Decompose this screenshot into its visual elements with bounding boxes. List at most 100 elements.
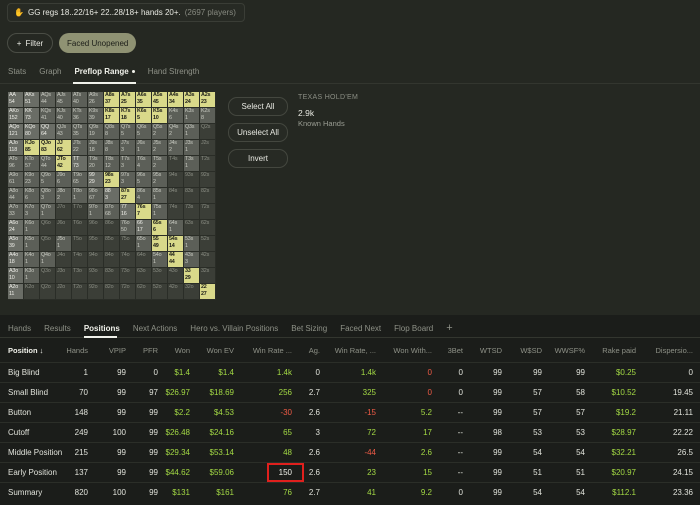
- range-cell[interactable]: J8o 2: [56, 188, 72, 204]
- range-cell[interactable]: T3o: [72, 268, 88, 284]
- table-row[interactable]: Button 148 99 99 $2.2 $4.53 -30 2.6 -15 5.2 -- 99 57…: [0, 402, 700, 422]
- range-cell[interactable]: 76o 50: [120, 220, 136, 236]
- range-cell[interactable]: ATs 40: [72, 92, 88, 108]
- range-cell[interactable]: K8o 6: [24, 188, 40, 204]
- range-cell[interactable]: 72s: [200, 204, 216, 220]
- range-cell[interactable]: Q9s 19: [88, 124, 104, 140]
- range-cell[interactable]: Q3s 1: [184, 124, 200, 140]
- column-header[interactable]: Win Rate ...: [253, 346, 292, 355]
- range-cell[interactable]: AJo 118: [8, 140, 24, 156]
- range-cell[interactable]: J5o 1: [56, 236, 72, 252]
- column-header[interactable]: Ag.: [309, 346, 320, 355]
- range-cell[interactable]: T4o: [72, 252, 88, 268]
- range-cell[interactable]: 43s 3: [184, 252, 200, 268]
- tab-faced-next[interactable]: Faced Next: [340, 324, 381, 333]
- tab-hand-strength[interactable]: Hand Strength: [148, 67, 200, 81]
- invert-button[interactable]: Invert: [228, 149, 288, 168]
- tab-preflop-range[interactable]: Preflop Range: [74, 67, 135, 81]
- table-row[interactable]: Summary 820 100 99 $131 $161 76 2.7 41 9.2 0 99 54 54…: [0, 482, 700, 502]
- range-cell[interactable]: T8s 12: [104, 156, 120, 172]
- range-cell[interactable]: KTs 36: [72, 108, 88, 124]
- range-cell[interactable]: T2s: [200, 156, 216, 172]
- range-cell[interactable]: KJo 85: [24, 140, 40, 156]
- range-cell[interactable]: A8s 37: [104, 92, 120, 108]
- range-cell[interactable]: 64o: [136, 252, 152, 268]
- range-cell[interactable]: 85o: [104, 236, 120, 252]
- range-cell[interactable]: Q6o: [40, 220, 56, 236]
- range-cell[interactable]: KQo 80: [24, 124, 40, 140]
- range-cell[interactable]: 75o: [120, 236, 136, 252]
- range-cell[interactable]: 87s 27: [120, 188, 136, 204]
- range-cell[interactable]: 93s: [184, 172, 200, 188]
- range-cell[interactable]: K3o 1: [24, 268, 40, 284]
- range-cell[interactable]: 65o 1: [136, 236, 152, 252]
- range-cell[interactable]: K8s 17: [104, 108, 120, 124]
- range-cell[interactable]: AQo 121: [8, 124, 24, 140]
- range-cell[interactable]: J6s 1: [136, 140, 152, 156]
- range-cell[interactable]: K5s 10: [152, 108, 168, 124]
- range-cell[interactable]: Q5s 2: [152, 124, 168, 140]
- range-cell[interactable]: Q6s 5: [136, 124, 152, 140]
- range-cell[interactable]: 96o: [88, 220, 104, 236]
- range-cell[interactable]: 42o: [168, 284, 184, 300]
- range-cell[interactable]: AA 54: [8, 92, 24, 108]
- range-cell[interactable]: T2o: [72, 284, 88, 300]
- range-cell[interactable]: AJs 45: [56, 92, 72, 108]
- column-header[interactable]: 3Bet: [448, 346, 463, 355]
- tab-hands[interactable]: Hands: [8, 324, 31, 333]
- range-cell[interactable]: QQ 64: [40, 124, 56, 140]
- range-cell[interactable]: A2s 23: [200, 92, 216, 108]
- range-cell[interactable]: 82o: [104, 284, 120, 300]
- range-cell[interactable]: Q7o 1: [40, 204, 56, 220]
- range-cell[interactable]: J9s 18: [88, 140, 104, 156]
- range-cell[interactable]: KQs 41: [40, 108, 56, 124]
- range-cell[interactable]: 83o: [104, 268, 120, 284]
- range-cell[interactable]: 62s: [200, 220, 216, 236]
- range-cell[interactable]: J4s 2: [168, 140, 184, 156]
- range-cell[interactable]: AKs 51: [24, 92, 40, 108]
- column-header[interactable]: Position ↓: [8, 346, 43, 355]
- tab-positions[interactable]: Positions: [84, 324, 120, 333]
- range-cell[interactable]: T7o: [72, 204, 88, 220]
- range-cell[interactable]: A8o 44: [8, 188, 24, 204]
- range-cell[interactable]: 77 16: [120, 204, 136, 220]
- range-cell[interactable]: A5s 45: [152, 92, 168, 108]
- range-cell[interactable]: 92s: [200, 172, 216, 188]
- range-cell[interactable]: QTs 35: [72, 124, 88, 140]
- range-cell[interactable]: 85s 1: [152, 188, 168, 204]
- column-header[interactable]: Won: [175, 346, 190, 355]
- range-cell[interactable]: 95o: [88, 236, 104, 252]
- range-cell[interactable]: 75s 1: [152, 204, 168, 220]
- range-cell[interactable]: K4s 6: [168, 108, 184, 124]
- plus-icon[interactable]: +: [446, 322, 452, 334]
- range-cell[interactable]: 63o: [136, 268, 152, 284]
- range-cell[interactable]: J6o: [56, 220, 72, 236]
- range-cell[interactable]: 63s: [184, 220, 200, 236]
- range-cell[interactable]: QJs 43: [56, 124, 72, 140]
- range-cell[interactable]: AQs 44: [40, 92, 56, 108]
- range-cell[interactable]: JTo 42: [56, 156, 72, 172]
- column-header[interactable]: WTSD: [480, 346, 502, 355]
- range-cell[interactable]: K5o 1: [24, 236, 40, 252]
- range-cell[interactable]: T5o: [72, 236, 88, 252]
- range-cell[interactable]: K2s 8: [200, 108, 216, 124]
- column-header[interactable]: W$SD: [520, 346, 542, 355]
- table-row[interactable]: Early Position 137 99 99 $44.62 $59.06 150 2.6 2…: [0, 462, 700, 482]
- query-bar[interactable]: ✋ GG regs 18..22/16+ 22..28/18+ hands 20…: [7, 3, 245, 22]
- range-cell[interactable]: Q2s: [200, 124, 216, 140]
- column-header[interactable]: Won EV: [207, 346, 234, 355]
- table-row[interactable]: Middle Position 215 99 99 $29.34 $53.14 48 2.6 -…: [0, 442, 700, 462]
- range-cell[interactable]: A6s 35: [136, 92, 152, 108]
- column-header[interactable]: Won With...: [393, 346, 432, 355]
- range-cell[interactable]: 73s: [184, 204, 200, 220]
- range-cell[interactable]: 73o: [120, 268, 136, 284]
- tab-results[interactable]: Results: [44, 324, 71, 333]
- table-row[interactable]: Big Blind 1 99 0 $1.4 $1.4 1.4k 0 1.4k 0 0 99 99 99 $0…: [0, 362, 700, 382]
- range-cell[interactable]: K4o 1: [24, 252, 40, 268]
- range-cell[interactable]: T6s 4: [136, 156, 152, 172]
- range-cell[interactable]: J7o: [56, 204, 72, 220]
- range-cell[interactable]: AKo 152: [8, 108, 24, 124]
- range-cell[interactable]: 54o 1: [152, 252, 168, 268]
- range-cell[interactable]: Q7s 5: [120, 124, 136, 140]
- filter-button[interactable]: + Filter: [7, 33, 53, 53]
